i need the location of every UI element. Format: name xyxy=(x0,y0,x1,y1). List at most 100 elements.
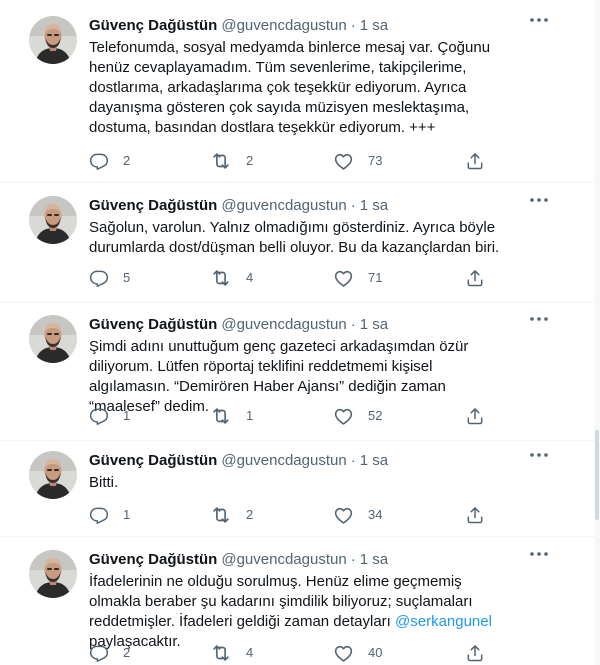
retweet-count: 4 xyxy=(246,645,254,660)
timestamp[interactable]: 1 sa xyxy=(360,17,388,34)
share-icon xyxy=(465,268,485,288)
author-name[interactable]: Güvenç Dağüstün xyxy=(89,452,217,469)
like-button[interactable]: 40 xyxy=(333,642,382,664)
like-button[interactable]: 52 xyxy=(333,405,382,427)
author-handle[interactable]: @guvencdagustun xyxy=(221,316,346,333)
retweet-count: 2 xyxy=(246,507,254,522)
retweet-button[interactable]: 1 xyxy=(210,405,253,427)
tweet-header: Güvenç Dağüstün @guvencdagustun · 1 sa xyxy=(89,550,388,570)
tweet-header: Güvenç Dağüstün @guvencdagustun · 1 sa xyxy=(89,196,388,216)
timestamp[interactable]: 1 sa xyxy=(360,316,388,333)
reply-button[interactable]: 1 xyxy=(89,504,130,526)
tweet-actions: 1 1 52 xyxy=(0,405,600,427)
reply-count: 1 xyxy=(123,408,131,423)
like-count: 40 xyxy=(368,645,383,660)
tweet-text: Bitti. xyxy=(89,474,119,491)
tweet-text: Telefonumda, sosyal medyamda binlerce me… xyxy=(89,39,491,136)
share-icon xyxy=(465,151,485,171)
author-handle[interactable]: @guvencdagustun xyxy=(221,17,346,34)
avatar[interactable] xyxy=(29,196,77,244)
retweet-count: 1 xyxy=(246,408,254,423)
reply-icon xyxy=(89,505,109,525)
timestamp[interactable]: 1 sa xyxy=(360,452,388,469)
reply-count: 2 xyxy=(123,645,131,660)
like-button[interactable]: 34 xyxy=(333,504,382,526)
separator-dot: · xyxy=(350,316,356,333)
tweet-text: Sağolun, varolun. Yalnız olmadığımı göst… xyxy=(89,219,500,256)
author-name[interactable]: Güvenç Dağüstün xyxy=(89,316,217,333)
avatar[interactable] xyxy=(29,550,77,598)
timestamp[interactable]: 1 sa xyxy=(360,551,388,568)
retweet-button[interactable]: 4 xyxy=(210,642,253,664)
heart-icon xyxy=(333,643,354,664)
share-button[interactable] xyxy=(465,150,485,172)
tweet-header: Güvenç Dağüstün @guvencdagustun · 1 sa xyxy=(89,315,388,335)
share-icon xyxy=(465,643,485,663)
tweet-text: İfadelerinin ne olduğu sorulmuş. Henüz e… xyxy=(89,572,509,652)
reply-icon xyxy=(89,406,109,426)
avatar[interactable] xyxy=(29,16,77,64)
reply-count: 5 xyxy=(123,270,131,285)
heart-icon xyxy=(333,505,354,526)
tweet-actions: 2 2 73 xyxy=(0,150,600,172)
author-handle[interactable]: @guvencdagustun xyxy=(221,197,346,214)
retweet-icon xyxy=(210,642,232,664)
tweet[interactable]: Güvenç Dağüstün @guvencdagustun · 1 sa Şimd… xyxy=(0,299,600,442)
heart-icon xyxy=(333,151,354,172)
retweet-button[interactable]: 4 xyxy=(210,267,253,289)
timestamp[interactable]: 1 sa xyxy=(360,197,388,214)
like-button[interactable]: 73 xyxy=(333,150,382,172)
separator-dot: · xyxy=(350,452,356,469)
tweet[interactable]: Güvenç Dağüstün @guvencdagustun · 1 sa Sağo… xyxy=(0,180,600,303)
author-name[interactable]: Güvenç Dağüstün xyxy=(89,197,217,214)
tweet[interactable]: Güvenç Dağüstün @guvencdagustun · 1 sa Tele… xyxy=(0,0,600,182)
tweet[interactable]: Güvenç Dağüstün @guvencdagustun · 1 sa Bitt… xyxy=(0,435,600,538)
retweet-count: 4 xyxy=(246,270,254,285)
retweet-icon xyxy=(210,405,232,427)
separator-dot: · xyxy=(350,17,356,34)
like-count: 34 xyxy=(368,507,383,522)
reply-icon xyxy=(89,151,109,171)
reply-button[interactable]: 5 xyxy=(89,267,130,289)
share-icon xyxy=(465,406,485,426)
separator-dot: · xyxy=(350,197,356,214)
scrollbar-thumb[interactable] xyxy=(595,430,599,520)
retweet-count: 2 xyxy=(246,153,254,168)
share-button[interactable] xyxy=(465,405,485,427)
tweet-actions: 2 4 40 xyxy=(0,642,600,664)
share-button[interactable] xyxy=(465,642,485,664)
author-handle[interactable]: @guvencdagustun xyxy=(221,551,346,568)
retweet-button[interactable]: 2 xyxy=(210,150,253,172)
reply-button[interactable]: 2 xyxy=(89,642,130,664)
reply-button[interactable]: 2 xyxy=(89,150,130,172)
reply-button[interactable]: 1 xyxy=(89,405,130,427)
scrollbar[interactable] xyxy=(594,0,600,665)
more-icon[interactable] xyxy=(526,194,552,216)
mention-link[interactable]: @serkangunel xyxy=(395,613,492,630)
reply-icon xyxy=(89,643,109,663)
retweet-icon xyxy=(210,150,232,172)
author-handle[interactable]: @guvencdagustun xyxy=(221,452,346,469)
like-count: 71 xyxy=(368,270,383,285)
like-count: 52 xyxy=(368,408,383,423)
tweet-actions: 5 4 71 xyxy=(0,267,600,289)
avatar[interactable] xyxy=(29,451,77,499)
share-button[interactable] xyxy=(465,504,485,526)
like-button[interactable]: 71 xyxy=(333,267,382,289)
share-button[interactable] xyxy=(465,267,485,289)
author-name[interactable]: Güvenç Dağüstün xyxy=(89,17,217,34)
retweet-icon xyxy=(210,504,232,526)
more-icon[interactable] xyxy=(526,449,552,471)
tweet-actions: 1 2 34 xyxy=(0,504,600,526)
more-icon[interactable] xyxy=(526,548,552,570)
more-icon[interactable] xyxy=(526,313,552,335)
share-icon xyxy=(465,505,485,525)
tweet[interactable]: Güvenç Dağüstün @guvencdagustun · 1 sa İfad… xyxy=(0,534,600,665)
tweet-header: Güvenç Dağüstün @guvencdagustun · 1 sa xyxy=(89,451,388,471)
avatar[interactable] xyxy=(29,315,77,363)
reply-count: 2 xyxy=(123,153,131,168)
more-icon[interactable] xyxy=(526,14,552,36)
author-name[interactable]: Güvenç Dağüstün xyxy=(89,551,217,568)
retweet-button[interactable]: 2 xyxy=(210,504,253,526)
separator-dot: · xyxy=(350,551,356,568)
